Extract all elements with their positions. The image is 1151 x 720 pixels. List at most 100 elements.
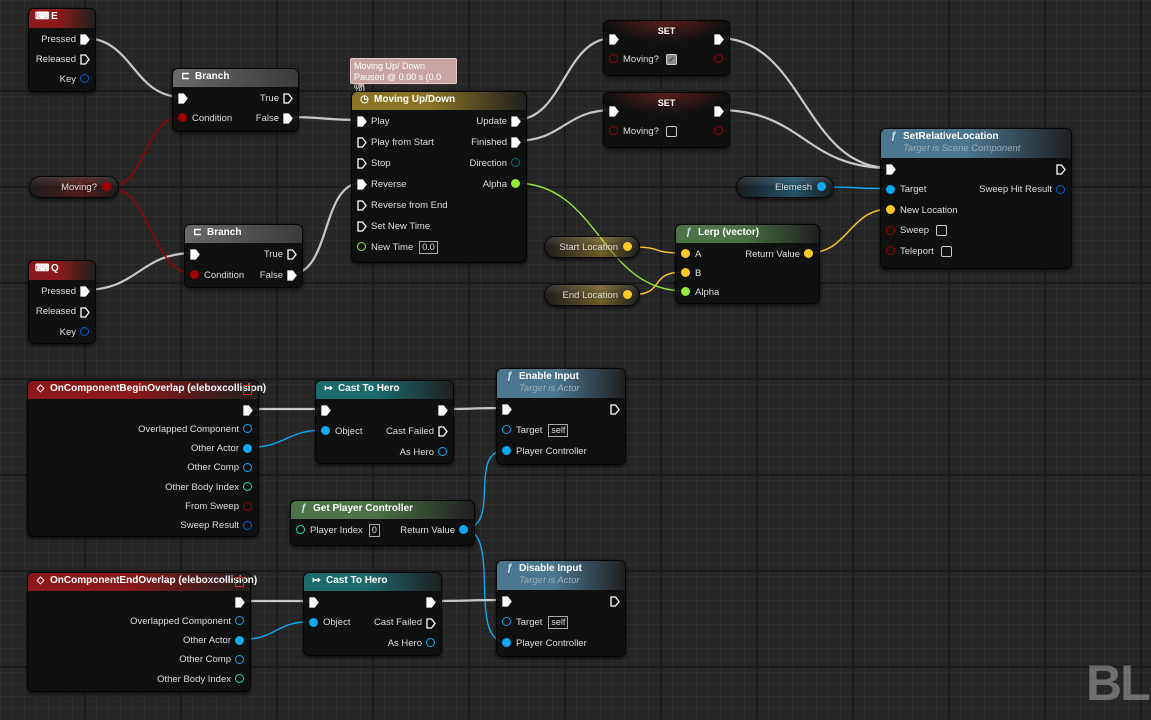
output-exec-pin[interactable] [714, 34, 724, 45]
input-pin[interactable] [609, 126, 619, 136]
output-pin[interactable] [243, 462, 253, 473]
output-pin[interactable] [243, 443, 253, 454]
input-pin[interactable] [681, 287, 691, 297]
input-exec-pin[interactable] [190, 249, 200, 260]
input-exec-pin[interactable] [609, 106, 619, 117]
output-exec-pin[interactable] [287, 249, 297, 260]
output-exec-pin[interactable] [426, 597, 436, 608]
input-pin[interactable] [178, 113, 188, 123]
input-pin[interactable] [502, 638, 512, 648]
output-pin[interactable] [243, 520, 253, 531]
output-exec-pin[interactable] [287, 270, 297, 281]
output-pin[interactable] [235, 635, 245, 646]
input-exec-pin[interactable] [357, 116, 367, 127]
output-pin[interactable] [623, 290, 633, 300]
node-cast2[interactable]: ↦ Cast To Hero Object Cast Failed As Hero [303, 572, 442, 656]
wire-set2-to-setrel[interactable] [717, 108, 891, 170]
output-exec-pin[interactable] [283, 93, 293, 104]
checkbox-unchecked[interactable] [940, 245, 952, 257]
wire-lerp-to-setrel[interactable] [807, 208, 891, 254]
output-pin[interactable] [459, 525, 469, 535]
input-exec-pin[interactable] [321, 405, 331, 416]
wire-timeline-to-set2[interactable] [514, 108, 614, 143]
variable-node-elemesh[interactable]: Elemesh [736, 176, 834, 198]
output-exec-pin[interactable] [80, 306, 90, 318]
output-pin[interactable] [243, 482, 253, 492]
wire-moving-to-branch1[interactable] [107, 116, 183, 188]
output-pin[interactable] [438, 447, 448, 457]
output-exec-pin[interactable] [80, 286, 90, 297]
node-endov[interactable]: ◇ OnComponentEndOverlap (eleboxcollision)… [27, 572, 257, 692]
node-cast1[interactable]: ↦ Cast To Hero Object Cast Failed As Hero [315, 380, 454, 464]
input-pin[interactable] [886, 205, 896, 215]
input-exec-pin[interactable] [357, 221, 367, 232]
node-branch1[interactable]: ⊏ Branch Condition True False [172, 68, 299, 132]
variable-node-moving[interactable]: Moving? [29, 176, 119, 198]
output-pin[interactable] [511, 158, 521, 168]
output-pin[interactable] [714, 126, 724, 136]
input-pin[interactable] [502, 446, 512, 456]
checkbox-checked[interactable]: ✓ [665, 53, 677, 65]
node-gpc[interactable]: ƒ Get Player Controller Player Index 0 Retur… [290, 500, 475, 546]
output-pin[interactable] [80, 327, 90, 337]
output-pin[interactable] [1056, 184, 1066, 195]
input-exec-pin[interactable] [178, 93, 188, 104]
node-timeline[interactable]: ◷ Moving Up/Down Play Play from Start Stop Re… [351, 91, 527, 263]
input-pin[interactable] [296, 525, 306, 535]
output-exec-pin[interactable] [235, 597, 245, 608]
default-value-field[interactable]: 0 [368, 523, 380, 537]
wire-moving-to-branch2[interactable] [107, 186, 195, 275]
node-Q[interactable]: ⌨ Q Pressed Released Key [28, 260, 96, 344]
input-exec-pin[interactable] [357, 158, 367, 169]
output-pin[interactable] [243, 424, 253, 434]
blueprint-graph-canvas[interactable]: Moving Up/ Down Paused @ 0.00 s (0.0 %) … [0, 0, 1151, 720]
output-pin[interactable] [102, 182, 112, 192]
node-enable[interactable]: ƒ Enable Input Target is Actor Target self Pl… [496, 368, 626, 465]
delegate-pin-icon[interactable] [235, 577, 244, 587]
output-pin[interactable] [714, 54, 724, 64]
output-exec-pin[interactable] [80, 34, 90, 45]
node-set2[interactable]: SET Moving? [603, 92, 730, 148]
output-exec-pin[interactable] [610, 596, 620, 607]
wire-set1-to-setrel[interactable] [717, 36, 891, 170]
output-pin[interactable] [511, 179, 521, 189]
checkbox-unchecked[interactable] [936, 225, 948, 236]
input-pin[interactable] [502, 617, 512, 627]
input-pin[interactable] [681, 249, 691, 259]
variable-node-end[interactable]: End Location [544, 284, 640, 306]
node-disable[interactable]: ƒ Disable Input Target is Actor Target self P… [496, 560, 626, 657]
output-pin[interactable] [235, 654, 245, 665]
output-exec-pin[interactable] [511, 137, 521, 148]
input-exec-pin[interactable] [309, 597, 319, 608]
output-exec-pin[interactable] [283, 113, 293, 124]
node-lerp[interactable]: ƒ Lerp (vector) A B Alpha Return Value [675, 224, 820, 304]
output-pin[interactable] [243, 501, 253, 512]
variable-node-start[interactable]: Start Location [544, 236, 640, 258]
checkbox-unchecked[interactable] [665, 125, 677, 137]
input-exec-pin[interactable] [502, 596, 512, 607]
input-pin[interactable] [886, 184, 896, 195]
input-pin[interactable] [321, 426, 331, 436]
input-exec-pin[interactable] [609, 34, 619, 45]
output-pin[interactable] [80, 74, 90, 84]
input-pin[interactable] [357, 242, 367, 252]
input-pin[interactable] [190, 270, 200, 280]
input-pin[interactable] [309, 617, 319, 628]
node-branch2[interactable]: ⊏ Branch Condition True False [184, 224, 303, 288]
output-pin[interactable] [235, 674, 245, 684]
node-E[interactable]: ⌨ E Pressed Released Key [28, 8, 96, 92]
output-exec-pin[interactable] [511, 116, 521, 127]
output-pin[interactable] [235, 616, 245, 626]
input-pin[interactable] [609, 54, 619, 64]
input-pin[interactable] [681, 268, 691, 278]
output-exec-pin[interactable] [438, 426, 448, 437]
node-setrel[interactable]: ƒ SetRelativeLocation Target is Scene Comp… [880, 128, 1072, 269]
output-exec-pin[interactable] [243, 405, 253, 416]
input-exec-pin[interactable] [357, 137, 367, 148]
output-exec-pin[interactable] [80, 54, 90, 65]
input-exec-pin[interactable] [357, 200, 367, 211]
output-exec-pin[interactable] [714, 106, 724, 117]
node-begin[interactable]: ◇ OnComponentBeginOverlap (eleboxcollisio… [27, 380, 266, 537]
default-value-field[interactable]: self [548, 423, 569, 437]
input-pin[interactable] [502, 425, 512, 435]
